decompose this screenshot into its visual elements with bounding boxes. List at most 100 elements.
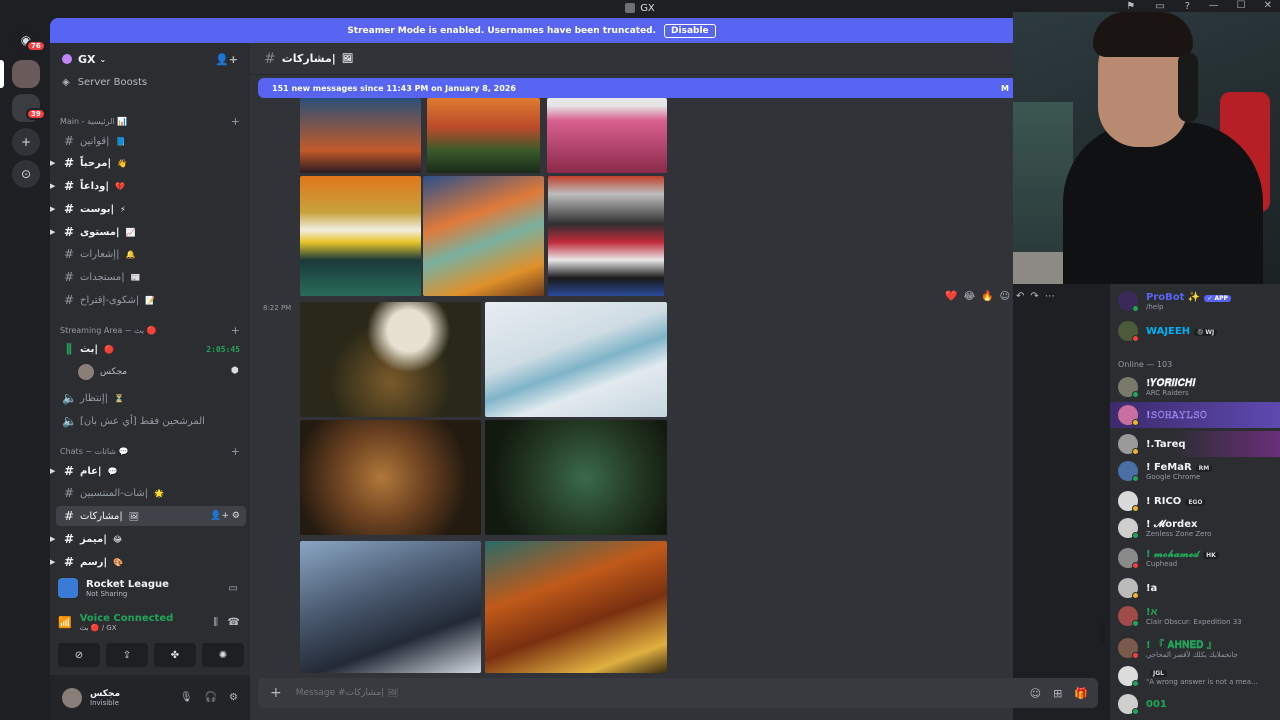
- headphones-icon[interactable]: 🎧: [205, 692, 217, 703]
- member[interactable]: JGL "A wrong answer is not a mea...: [1118, 666, 1258, 687]
- member[interactable]: !𝒀𝑶𝑹𝑰𝑰𝑪𝑯𝑰 ARC Raiders: [1118, 377, 1196, 398]
- new-messages-bar[interactable]: 151 new messages since 11:43 PM on Janua…: [258, 78, 1013, 98]
- apps-icon[interactable]: ⊞: [1053, 687, 1062, 700]
- reaction-laugh[interactable]: 😂: [963, 291, 975, 302]
- settings-icon[interactable]: 👤+ ⚙: [210, 511, 240, 521]
- upload-button[interactable]: +: [270, 685, 282, 701]
- add-reaction-icon[interactable]: ☺: [1000, 291, 1010, 302]
- channel-suggestions[interactable]: # شكوى-إقتراح| 📝: [50, 290, 250, 310]
- add-channel-icon[interactable]: +: [231, 115, 240, 128]
- more-icon[interactable]: ⋯: [1045, 291, 1055, 302]
- member[interactable]: !a: [1118, 578, 1157, 599]
- forward-icon[interactable]: ↷: [1030, 291, 1038, 302]
- member-probot[interactable]: ProBot ✨ ✓ APP /help: [1118, 291, 1231, 312]
- minimize-icon[interactable]: —: [1209, 0, 1219, 11]
- channel-boost[interactable]: ▶ # بوست| ⚡: [50, 199, 250, 219]
- member[interactable]: ! 𝓶𝓸𝓱𝓪𝓶𝓮𝓭 HK Cuphead: [1118, 548, 1219, 569]
- reaction-fire[interactable]: 🔥: [981, 291, 993, 302]
- voice-channel-live[interactable]: ⫼ بث| 🔴 2:05:45: [50, 339, 250, 359]
- shared-image[interactable]: [300, 541, 481, 673]
- signal-icon[interactable]: 📶: [58, 616, 72, 629]
- voice-channel-nominees[interactable]: 🔈 المرشحين فقط [أي عش بان]: [50, 411, 250, 431]
- channel-rules[interactable]: # قوانين| 📘: [50, 131, 250, 151]
- shared-image[interactable]: [427, 98, 540, 173]
- channel-drawing[interactable]: ▶ # رسم| 🎨: [50, 552, 250, 572]
- help-icon[interactable]: ?: [1185, 1, 1190, 12]
- voice-user[interactable]: مجكس: [78, 364, 127, 380]
- category-main[interactable]: Main - الرئيسية 📊 +: [60, 115, 240, 128]
- invite-icon[interactable]: 👤+: [215, 53, 238, 66]
- member-name: WAJEEH: [1146, 325, 1191, 337]
- noise-icon[interactable]: ⫼: [213, 617, 218, 628]
- gear-icon[interactable]: ⚙: [229, 692, 238, 703]
- shared-image[interactable]: [485, 541, 667, 673]
- shared-image[interactable]: [423, 176, 544, 296]
- shared-image[interactable]: [547, 98, 667, 173]
- server-header[interactable]: GX ⌄ 👤+: [50, 43, 250, 75]
- screen-share-icon[interactable]: ▭: [229, 583, 238, 594]
- member-name: ! RICO: [1146, 495, 1182, 507]
- emoji-icon[interactable]: ☺: [1030, 687, 1041, 700]
- channel-level[interactable]: ▶ # مستوى| 📈: [50, 222, 250, 242]
- member-status: "A wrong answer is not a mea...: [1146, 677, 1258, 686]
- channel-memes[interactable]: ▶ # ميمز| 😂: [50, 529, 250, 549]
- member[interactable]: ! 『 𝐀𝐇𝐍𝐄𝐃 』 جانحملايك يكلك لأقصر المحاجي: [1118, 636, 1238, 659]
- close-icon[interactable]: ✕: [1264, 0, 1272, 11]
- soundboard-button[interactable]: ✺: [202, 643, 244, 667]
- mic-icon[interactable]: 🎙: [180, 692, 193, 703]
- category-chats[interactable]: Chats ~ شاتات 💬 +: [60, 445, 240, 458]
- share-screen-button[interactable]: ⇪: [106, 643, 148, 667]
- scrollbar[interactable]: [1100, 623, 1105, 643]
- member[interactable]: !אׅ Clair Obscur: Expedition 33: [1118, 606, 1242, 627]
- activity-panel[interactable]: Rocket League Not Sharing ▭: [58, 573, 244, 603]
- home-button[interactable]: ◉ 76: [12, 26, 46, 54]
- reply-icon[interactable]: ↶: [1016, 291, 1024, 302]
- screen-icon[interactable]: ▭: [1155, 1, 1164, 12]
- hash-icon: #: [63, 270, 75, 284]
- channel-notifications[interactable]: # إشعارات| 🔔: [50, 244, 250, 264]
- channel-members-chat[interactable]: # شات-المنتسبين| 🌟: [50, 483, 250, 503]
- member-wajeeh[interactable]: WAJEEH 😠 WJ: [1118, 321, 1218, 342]
- channel-updates[interactable]: # مستجدات| 📰: [50, 267, 250, 287]
- camera-off-button[interactable]: ⊘: [58, 643, 100, 667]
- add-channel-icon[interactable]: +: [231, 445, 240, 458]
- voice-channel-wait[interactable]: 🔈 إنتظار| ⏳: [50, 388, 250, 408]
- member[interactable]: 001: [1118, 694, 1167, 715]
- reaction-heart[interactable]: ❤️: [945, 291, 957, 302]
- channel-general[interactable]: ▶ # عام| 💬: [50, 461, 250, 481]
- channel-emoji: 📘: [115, 136, 126, 146]
- inbox-icon[interactable]: ⚑: [1126, 1, 1135, 12]
- channel-sharing[interactable]: # مشاركات| 🖼 👤+ ⚙: [56, 506, 246, 526]
- member[interactable]: !𝚂𝙾𝙷𝙰𝚈𝙻𝚂𝙾: [1118, 405, 1207, 426]
- member[interactable]: ! 𝓜ordex Zenless Zone Zero: [1118, 518, 1211, 539]
- channel-welcome[interactable]: ▶ # مرحباً| 👋: [50, 153, 250, 173]
- shared-image[interactable]: [300, 98, 421, 173]
- activities-button[interactable]: ✤: [154, 643, 196, 667]
- member[interactable]: ! FeMaR RM Google Chrome: [1118, 461, 1213, 482]
- server-gx[interactable]: [12, 60, 40, 88]
- shared-image[interactable]: [485, 302, 667, 417]
- shared-image[interactable]: [485, 420, 667, 535]
- member[interactable]: !.Tareq: [1118, 434, 1186, 455]
- disable-button[interactable]: Disable: [664, 23, 716, 38]
- discover-icon[interactable]: ⊙: [12, 160, 40, 188]
- maximize-icon[interactable]: ☐: [1237, 0, 1246, 11]
- member[interactable]: ! RICO EGO: [1118, 491, 1206, 512]
- mark-read-label[interactable]: M: [1001, 84, 1009, 93]
- gift-icon[interactable]: 🎁: [1074, 687, 1088, 700]
- channel-goodbye[interactable]: ▶ # وداعاً| 💔: [50, 176, 250, 196]
- message-input[interactable]: [295, 688, 696, 698]
- avatar[interactable]: [62, 687, 82, 708]
- disconnect-icon[interactable]: ☎: [228, 617, 240, 628]
- shared-image[interactable]: [300, 176, 421, 296]
- shared-image[interactable]: [300, 302, 481, 417]
- chevron-down-icon: ⌄: [99, 54, 107, 64]
- member-tag: EGO: [1185, 498, 1206, 506]
- server-boosts[interactable]: ◈ Server Boosts: [62, 77, 147, 88]
- server-folder[interactable]: 39: [12, 94, 46, 122]
- category-streaming[interactable]: Streaming Area ~ بث 🔴 +: [60, 324, 240, 337]
- add-server-button[interactable]: +: [12, 128, 40, 156]
- shared-image[interactable]: [300, 420, 481, 535]
- add-channel-icon[interactable]: +: [231, 324, 240, 337]
- shared-image[interactable]: [548, 176, 664, 296]
